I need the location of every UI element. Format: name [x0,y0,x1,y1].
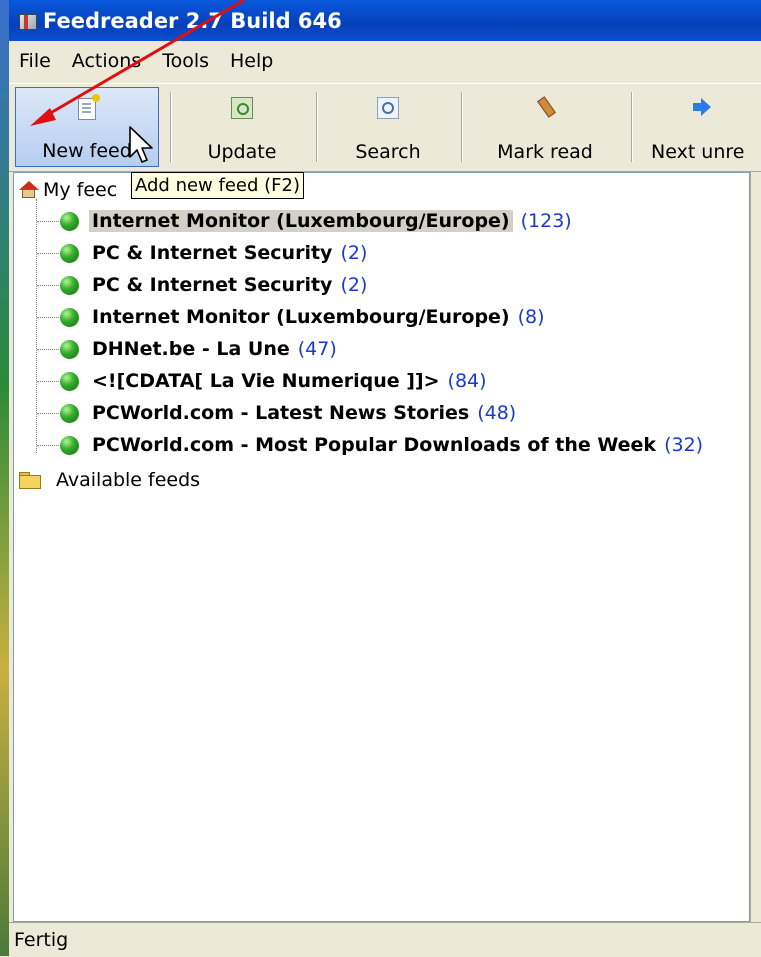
update-label: Update [207,141,277,163]
search-icon [377,97,399,119]
feed-item[interactable]: PCWorld.com - Latest News Stories (48) [37,398,516,428]
toolbar-separator [631,92,633,162]
menu-help[interactable]: Help [220,50,284,72]
feed-globe-icon [60,403,79,423]
feed-globe-icon [60,339,79,359]
feed-unread-count: (123) [520,210,572,232]
new-feed-icon [78,94,100,120]
feed-unread-count: (84) [447,370,487,392]
available-feeds-folder[interactable]: Available feeds [19,466,200,494]
feed-unread-count: (48) [477,402,517,424]
search-label: Search [355,141,421,163]
toolbar-separator [170,92,172,162]
feed-item[interactable]: Internet Monitor (Luxembourg/Europe) (12… [37,206,572,236]
update-button[interactable]: Update [177,87,307,167]
window-title: Feedreader 2.7 Build 646 [43,8,342,33]
feed-unread-count: (8) [517,306,545,328]
feed-title: <![CDATA[ La Vie Numerique ]]> [92,370,440,392]
next-unread-label: Next unre [651,141,745,163]
mouse-cursor-icon [129,126,153,163]
tree-root-label: My feec [43,179,118,201]
feed-globe-icon [60,275,79,295]
feed-title: DHNet.be - La Une [92,338,290,360]
feed-title: Internet Monitor (Luxembourg/Europe) [92,306,510,328]
mark-read-button[interactable]: Mark read [469,87,621,167]
new-feed-tooltip: Add new feed (F2) [131,172,304,199]
feed-title: PC & Internet Security [92,242,333,264]
feed-item[interactable]: DHNet.be - La Une (47) [37,334,337,364]
feed-unread-count: (2) [340,242,368,264]
toolbar: New feed Update Search Mark read Next un… [9,83,761,172]
menu-bar: File Actions Tools Help [9,41,761,81]
home-icon [19,181,39,199]
feed-item[interactable]: PC & Internet Security (2) [37,238,367,268]
feed-title: PCWorld.com - Most Popular Downloads of … [92,434,657,456]
feed-unread-count: (32) [664,434,704,456]
mark-read-label: Mark read [497,141,593,163]
window-right-edge [750,172,761,922]
app-icon [17,10,39,32]
feed-globe-icon [60,307,79,327]
update-icon [231,97,253,119]
feed-title: PCWorld.com - Latest News Stories [92,402,470,424]
search-button[interactable]: Search [323,87,453,167]
feed-title: PC & Internet Security [92,274,333,296]
tree-root-my-feeds[interactable]: My feec [19,176,117,204]
menu-tools[interactable]: Tools [152,50,220,72]
next-unread-button[interactable]: Next unre [641,87,761,167]
feed-title: Internet Monitor (Luxembourg/Europe) [89,210,513,232]
folder-icon [19,472,41,489]
status-text: Fertig [14,929,69,951]
feed-globe-icon [60,243,79,263]
feed-unread-count: (47) [297,338,337,360]
mark-read-icon [536,97,554,117]
feed-globe-icon [60,211,79,231]
title-bar[interactable]: Feedreader 2.7 Build 646 [9,0,761,41]
status-bar: Fertig [9,922,761,957]
feed-item[interactable]: Internet Monitor (Luxembourg/Europe) (8) [37,302,545,332]
toolbar-separator [461,92,463,162]
desktop-edge [0,0,9,956]
feed-item[interactable]: <![CDATA[ La Vie Numerique ]]> (84) [37,366,487,396]
feed-item[interactable]: PC & Internet Security (2) [37,270,367,300]
next-unread-icon [691,97,711,117]
feed-unread-count: (2) [340,274,368,296]
feed-globe-icon [60,435,79,455]
menu-actions[interactable]: Actions [62,50,152,72]
feed-globe-icon [60,371,79,391]
available-feeds-label: Available feeds [56,469,201,491]
toolbar-separator [316,92,318,162]
feed-tree[interactable]: My feec Internet Monitor (Luxembourg/Eur… [13,172,750,922]
feed-item[interactable]: PCWorld.com - Most Popular Downloads of … [37,430,703,460]
menu-file[interactable]: File [9,50,62,72]
